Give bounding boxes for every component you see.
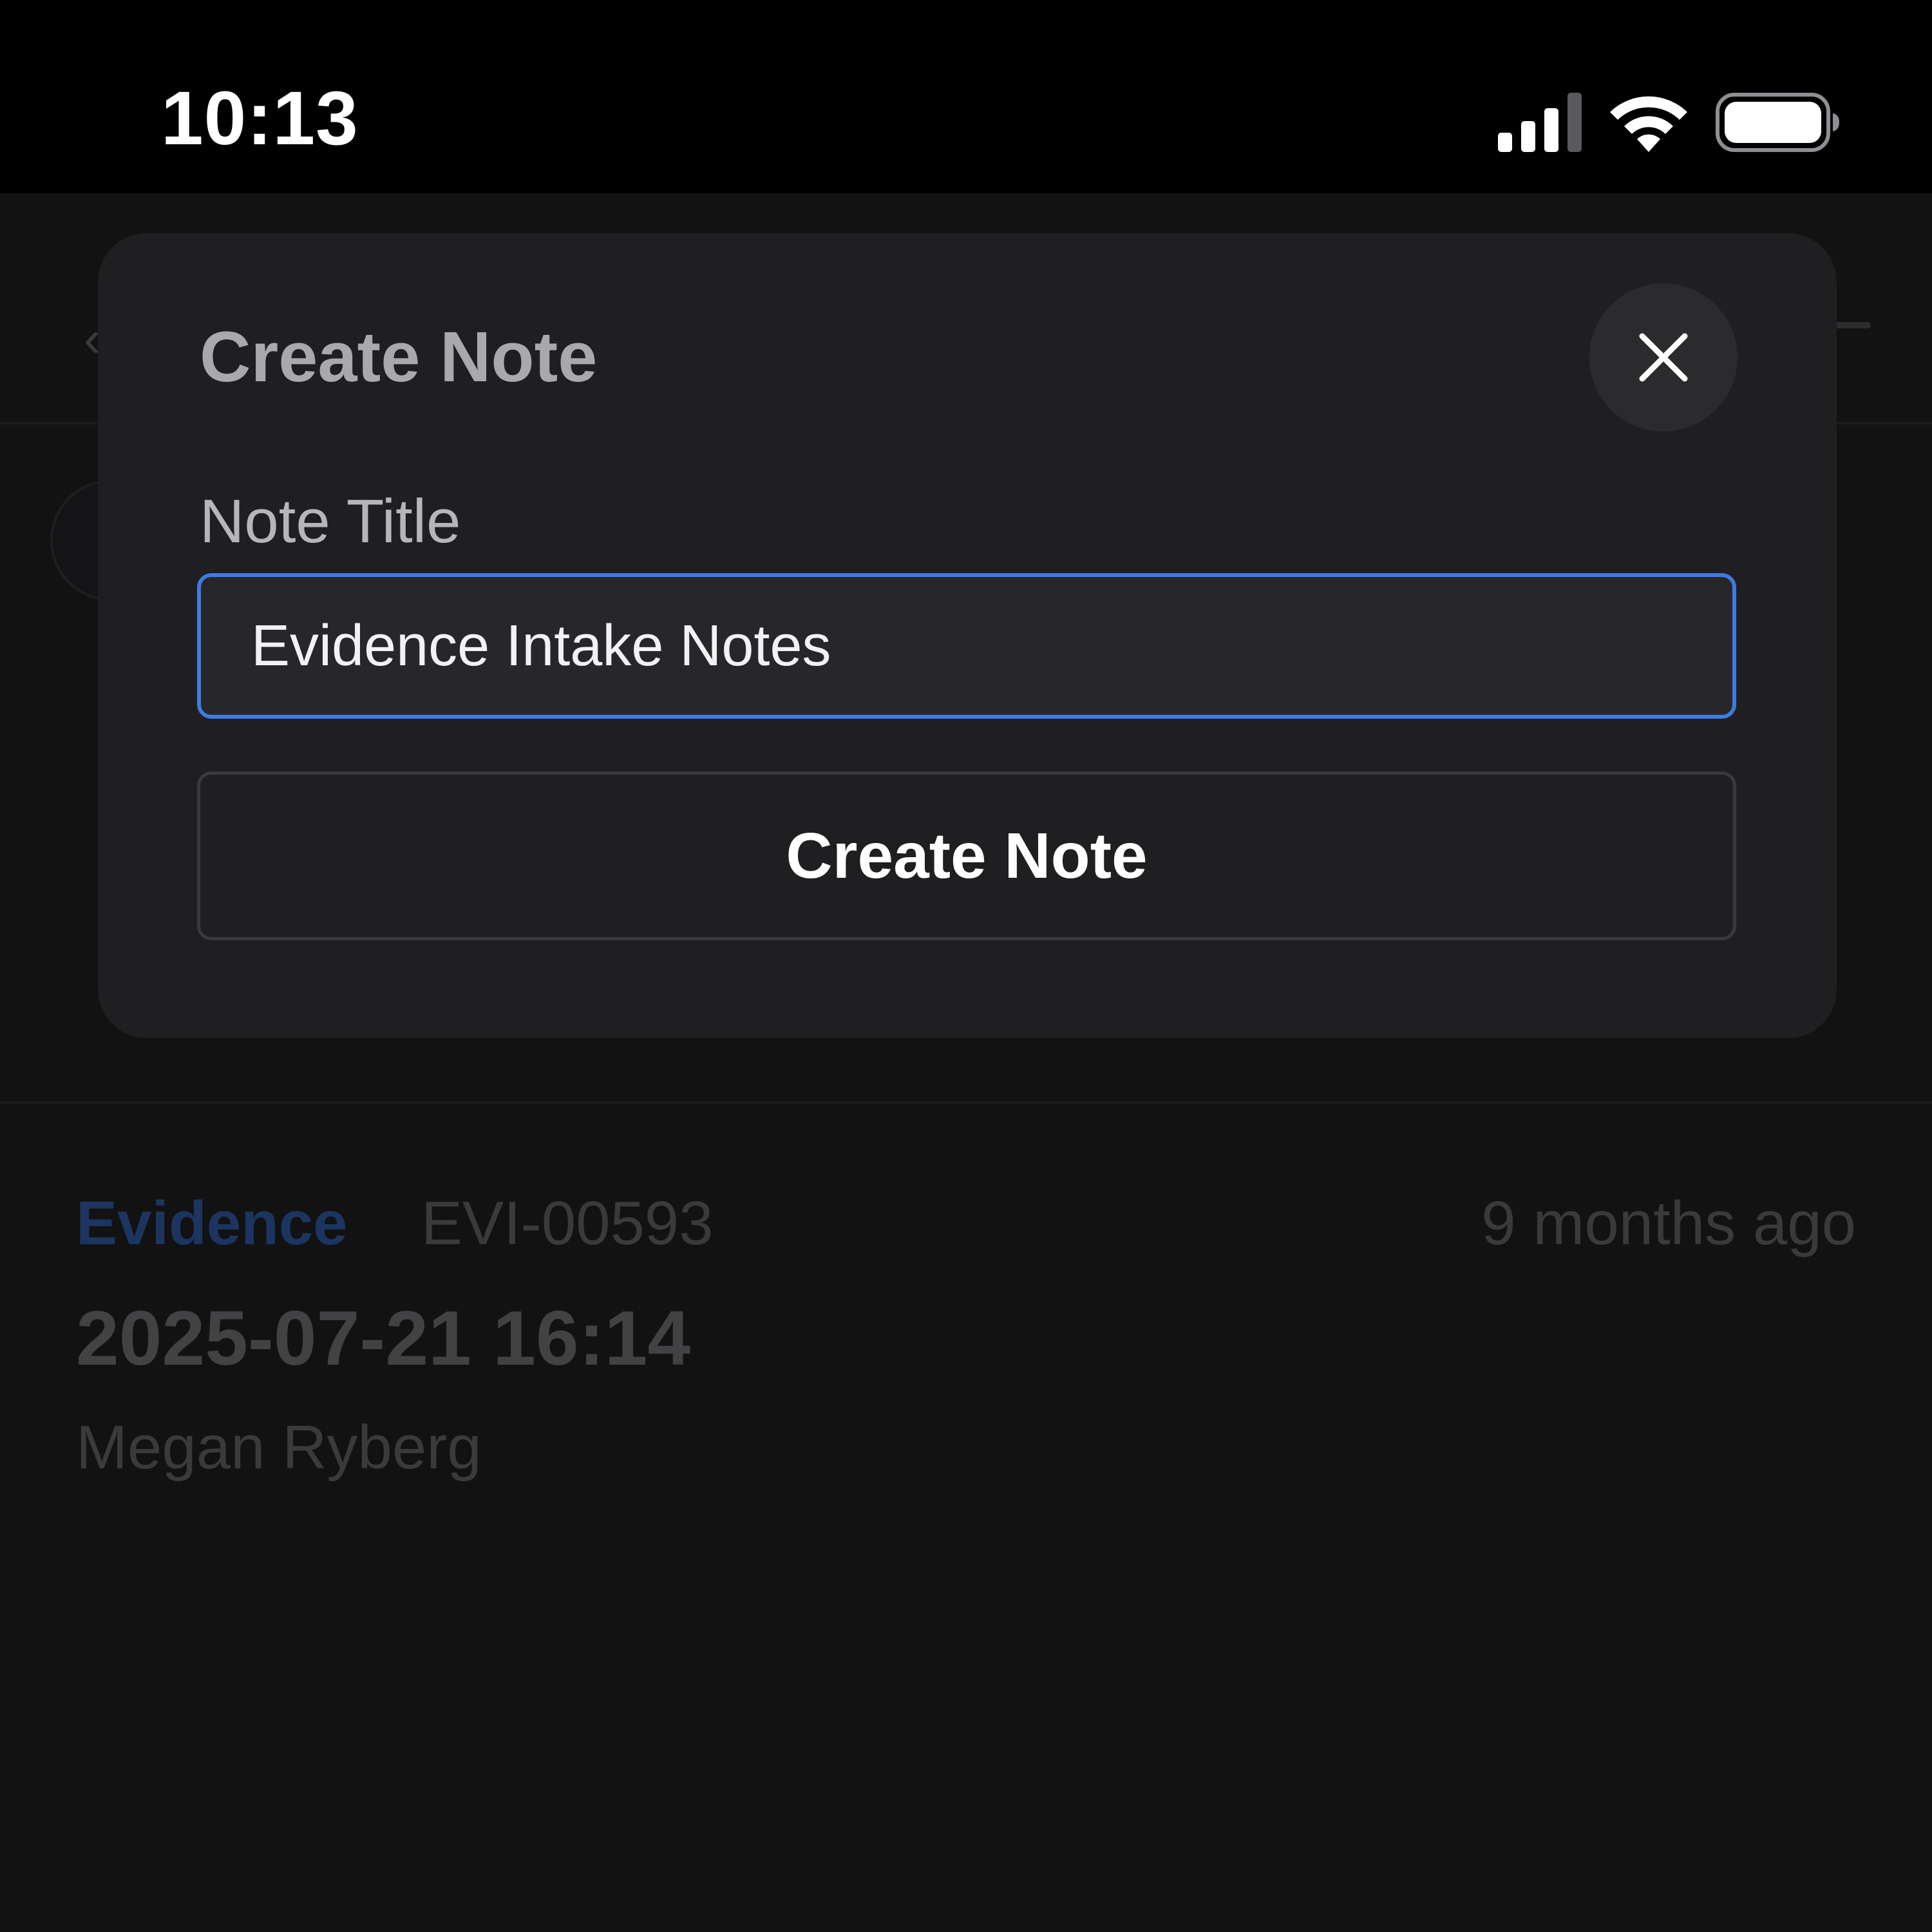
close-button[interactable] (1589, 283, 1738, 431)
item-time-ago: 9 months ago (1481, 1189, 1856, 1258)
item-id: EVI-00593 (421, 1189, 714, 1258)
note-title-label: Note Title (200, 487, 461, 556)
item-datetime: 2025-07-21 16:14 (76, 1295, 691, 1381)
item-type: Evidence (76, 1189, 348, 1258)
item-author: Megan Ryberg (76, 1413, 482, 1482)
list-item[interactable]: Evidence EVI-00593 9 months ago 2025-07-… (76, 1193, 1856, 1482)
screen: 10:13 ‹ Evidence EVI-00593 9 months ago … (0, 0, 1932, 1932)
cellular-signal-icon (1498, 93, 1582, 152)
battery-icon (1716, 93, 1842, 152)
create-note-button[interactable]: Create Note (197, 772, 1736, 940)
close-icon (1639, 333, 1688, 382)
status-bar: 10:13 (0, 0, 1932, 193)
modal-title: Create Note (200, 317, 598, 397)
note-title-input[interactable] (197, 573, 1736, 719)
status-icons (1498, 90, 1842, 155)
wifi-icon (1607, 93, 1690, 152)
row-divider (0, 1101, 1932, 1104)
create-note-modal: Create Note Note Title Create Note (98, 233, 1837, 1038)
status-time: 10:13 (161, 76, 359, 161)
